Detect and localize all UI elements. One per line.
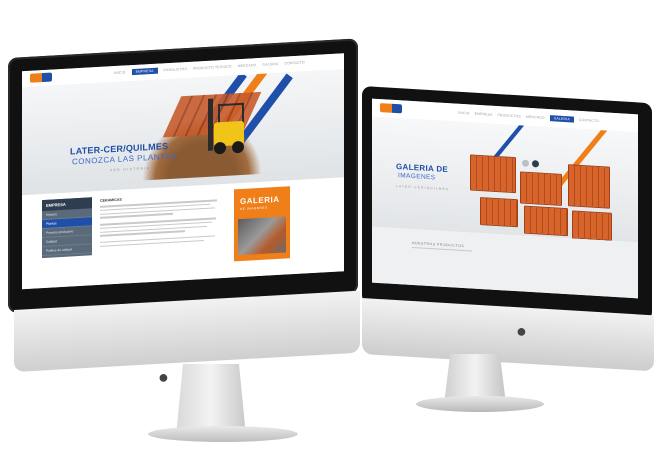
pager-dot-2[interactable] xyxy=(532,160,539,168)
apple-logo-icon: ● xyxy=(516,321,527,341)
imac-right-foot xyxy=(416,396,544,412)
sidebar: EMPRESA Historia Plantas Proceso product… xyxy=(42,197,92,259)
gallery-thumb-brick-6[interactable] xyxy=(572,210,612,241)
gallery-pager xyxy=(522,159,539,168)
pager-dot-1[interactable] xyxy=(522,159,529,167)
gallery-thumb-brick-1[interactable] xyxy=(470,154,516,194)
gallery-thumb-brick-3[interactable] xyxy=(568,164,610,209)
forklift-image xyxy=(206,97,248,157)
imac-right: INICIO EMPRESA PRODUCTOS MERCADO GALERIA… xyxy=(362,86,660,426)
gallery-thumb-brick-4[interactable] xyxy=(480,197,518,228)
imac-left-screen: INICIO EMPRESA PRODUCTOS PRODUCTO TECNIC… xyxy=(22,53,344,290)
gallery-thumb-brick-5[interactable] xyxy=(524,205,568,237)
nav-item-empresa[interactable]: EMPRESA xyxy=(131,67,158,76)
gallery-tagline: LATER-CER/QUILMES xyxy=(396,184,450,192)
hero-banner: LATER-CER/QUILMES CONOZCA LAS PLANTAS VE… xyxy=(22,69,344,196)
imac-right-screen: INICIO EMPRESA PRODUCTOS MERCADO GALERIA… xyxy=(372,98,638,299)
gallery-title-line2: IMAGENES xyxy=(398,172,436,182)
sidebar-item-politica[interactable]: Política de calidad xyxy=(42,244,92,257)
gallery-section: GALERIA DE IMAGENES LATER-CER/QUILMES xyxy=(372,116,638,243)
nav-item-inicio[interactable]: INICIO xyxy=(114,70,126,76)
body-text: CERAMICAS xyxy=(100,192,222,249)
nav-item-mercado[interactable]: MERCADO xyxy=(526,115,545,121)
nav-item-inicio[interactable]: INICIO xyxy=(458,111,470,117)
nav-item-producto-tecnico[interactable]: PRODUCTO TECNICO xyxy=(193,64,232,71)
site-logo-right[interactable] xyxy=(380,103,402,114)
gallery-subtitle: DE IMAGENES xyxy=(240,205,268,212)
imac-left-bezel: INICIO EMPRESA PRODUCTOS PRODUCTO TECNIC… xyxy=(8,38,358,314)
nav-item-productos[interactable]: PRODUCTOS xyxy=(498,113,521,119)
apple-logo-icon: ● xyxy=(158,367,169,387)
content-area: EMPRESA Historia Plantas Proceso product… xyxy=(22,177,344,290)
nav-item-galeria[interactable]: GALERIA xyxy=(262,62,278,68)
nav-item-contacto[interactable]: CONTACTO xyxy=(284,60,304,66)
imac-right-bezel: INICIO EMPRESA PRODUCTOS MERCADO GALERIA… xyxy=(362,86,652,322)
gallery-thumb-brick-2[interactable] xyxy=(520,171,562,206)
nav-item-contacto[interactable]: CONTACTO xyxy=(579,118,599,124)
site-logo[interactable] xyxy=(30,72,52,83)
imac-left: INICIO EMPRESA PRODUCTOS PRODUCTO TECNIC… xyxy=(8,38,360,448)
gallery-title: GALERIA xyxy=(240,194,280,207)
gallery-photo xyxy=(238,216,286,256)
nav-item-productos[interactable]: PRODUCTOS xyxy=(164,67,187,73)
nav-item-empresa[interactable]: EMPRESA xyxy=(475,112,493,118)
imac-left-foot xyxy=(148,426,298,442)
nav-item-mercado[interactable]: MERCADO xyxy=(238,63,257,69)
nav-item-galeria[interactable]: GALERIA xyxy=(549,115,574,123)
gallery-promo[interactable]: GALERIA DE IMAGENES xyxy=(234,186,290,262)
